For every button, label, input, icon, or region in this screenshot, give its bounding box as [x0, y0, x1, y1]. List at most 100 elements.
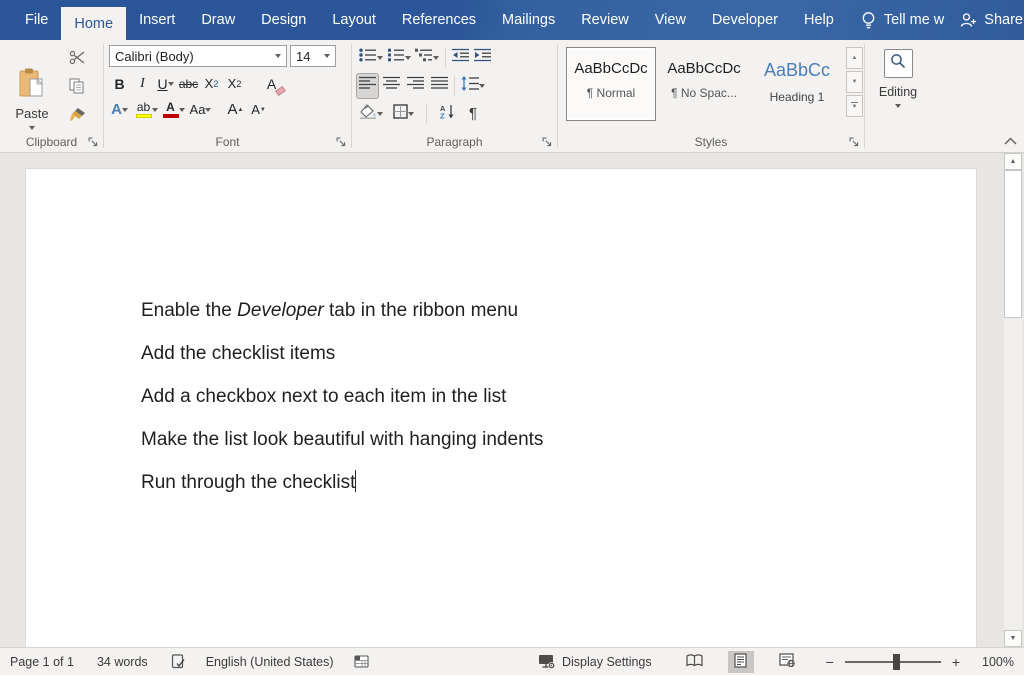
- zoom-slider-thumb[interactable]: [893, 654, 900, 670]
- editing-button[interactable]: [884, 49, 913, 78]
- borders-button[interactable]: [391, 102, 416, 126]
- paragraph-dialog-launcher[interactable]: [541, 136, 553, 148]
- italic-button[interactable]: I: [131, 72, 154, 96]
- read-mode-button[interactable]: [682, 651, 708, 673]
- style-no-spacing[interactable]: AaBbCcDc ¶ No Spac...: [659, 47, 749, 121]
- cut-button[interactable]: [64, 47, 90, 72]
- change-case-button[interactable]: Aa: [189, 98, 212, 122]
- tab-help[interactable]: Help: [791, 0, 847, 40]
- show-formatting-marks-button[interactable]: ¶: [467, 102, 479, 126]
- macro-recording-icon[interactable]: [354, 655, 369, 668]
- borders-icon: [393, 104, 408, 124]
- superscript-button[interactable]: X2: [223, 72, 246, 96]
- tab-developer[interactable]: Developer: [699, 0, 791, 40]
- page-indicator[interactable]: Page 1 of 1: [10, 655, 74, 669]
- align-right-button[interactable]: [405, 74, 426, 98]
- styles-scroll-up-button[interactable]: ▲: [846, 47, 863, 69]
- numbering-button[interactable]: [385, 46, 413, 70]
- tab-file[interactable]: File: [12, 0, 61, 40]
- clipboard-dialog-launcher[interactable]: [87, 136, 99, 148]
- justify-button[interactable]: [429, 74, 450, 98]
- align-center-button[interactable]: [381, 74, 402, 98]
- collapse-ribbon-button[interactable]: [1002, 135, 1018, 147]
- line-spacing-button[interactable]: [459, 74, 487, 98]
- web-layout-button[interactable]: [774, 651, 800, 673]
- multilevel-list-button[interactable]: [413, 46, 441, 70]
- shading-button[interactable]: [357, 102, 385, 126]
- scroll-down-button[interactable]: ▼: [1004, 630, 1022, 647]
- shrink-font-button[interactable]: A▼: [247, 98, 270, 122]
- font-color-button[interactable]: A: [162, 98, 185, 122]
- text-effects-button[interactable]: A: [108, 98, 131, 122]
- numbered-list-icon: [387, 48, 405, 67]
- text-cursor: [355, 470, 356, 492]
- word-count[interactable]: 34 words: [97, 655, 148, 669]
- subscript-button[interactable]: X2: [200, 72, 223, 96]
- style-heading-1[interactable]: AaBbCc Heading 1: [752, 47, 842, 121]
- grow-font-arrow-icon: ▲: [238, 107, 244, 113]
- bullets-button[interactable]: [357, 46, 385, 70]
- clipboard-group: Paste: [0, 40, 103, 152]
- tab-view[interactable]: View: [642, 0, 699, 40]
- share-person-icon: [960, 12, 977, 29]
- font-name-value: Calibri (Body): [115, 49, 194, 64]
- tab-design[interactable]: Design: [248, 0, 319, 40]
- clipboard-paste-icon: [17, 67, 47, 103]
- zoom-slider[interactable]: [845, 661, 941, 663]
- align-left-button[interactable]: [357, 74, 378, 98]
- style-heading1-name: Heading 1: [770, 90, 825, 104]
- font-group-label: Font: [104, 135, 351, 149]
- clear-formatting-glyph: A: [267, 76, 276, 92]
- zoom-in-button[interactable]: +: [950, 654, 962, 670]
- scrollbar-thumb[interactable]: [1004, 170, 1022, 318]
- zoom-out-button[interactable]: −: [824, 654, 836, 670]
- underline-glyph: U: [157, 76, 167, 92]
- bold-button[interactable]: B: [108, 72, 131, 96]
- share-button[interactable]: Share: [960, 12, 1023, 29]
- font-name-combobox[interactable]: Calibri (Body): [109, 45, 287, 67]
- tab-references[interactable]: References: [389, 0, 489, 40]
- font-size-combobox[interactable]: 14: [290, 45, 336, 67]
- grow-font-button[interactable]: A▲: [224, 98, 247, 122]
- clear-formatting-button[interactable]: A: [260, 72, 283, 96]
- tell-me-box[interactable]: Tell me w: [861, 11, 944, 30]
- proofing-status-icon[interactable]: [171, 654, 186, 669]
- eraser-icon: [275, 85, 286, 95]
- sort-button[interactable]: AZ: [437, 102, 457, 126]
- format-painter-button[interactable]: [64, 105, 90, 130]
- pilcrow-icon: ¶: [469, 105, 477, 122]
- search-icon: [890, 53, 906, 74]
- decrease-indent-button[interactable]: [450, 46, 472, 70]
- font-size-value: 14: [296, 49, 310, 64]
- style-normal[interactable]: AaBbCcDc ¶ Normal: [566, 47, 656, 121]
- tab-layout[interactable]: Layout: [319, 0, 389, 40]
- styles-dialog-launcher[interactable]: [848, 136, 860, 148]
- shrink-font-glyph: A: [251, 102, 260, 117]
- tell-me-label: Tell me w: [884, 12, 944, 28]
- text-highlight-button[interactable]: ab: [135, 98, 158, 122]
- display-settings-button[interactable]: Display Settings: [562, 655, 652, 669]
- strikethrough-button[interactable]: abc: [177, 72, 200, 96]
- editing-label: Editing: [879, 85, 917, 99]
- subscript-number: 2: [213, 79, 218, 89]
- web-layout-icon: [779, 653, 795, 670]
- vertical-scrollbar[interactable]: ▲ ▼: [1004, 153, 1022, 647]
- increase-indent-button[interactable]: [472, 46, 494, 70]
- display-settings-icon: [538, 654, 557, 670]
- tab-insert[interactable]: Insert: [126, 0, 188, 40]
- italic-word: Developer: [237, 300, 324, 321]
- tab-home[interactable]: Home: [61, 7, 126, 40]
- font-dialog-launcher[interactable]: [335, 136, 347, 148]
- copy-button[interactable]: [64, 76, 90, 101]
- tab-draw[interactable]: Draw: [188, 0, 248, 40]
- more-styles-button[interactable]: ▼: [846, 95, 863, 117]
- tab-mailings[interactable]: Mailings: [489, 0, 568, 40]
- underline-button[interactable]: U: [154, 72, 177, 96]
- document-page[interactable]: Enable the Developer tab in the ribbon m…: [25, 168, 977, 675]
- zoom-level[interactable]: 100%: [974, 655, 1014, 669]
- print-layout-button[interactable]: [728, 651, 754, 673]
- styles-scroll-down-button[interactable]: ▼: [846, 71, 863, 93]
- tab-review[interactable]: Review: [568, 0, 642, 40]
- language-indicator[interactable]: English (United States): [206, 655, 334, 669]
- scroll-up-button[interactable]: ▲: [1004, 153, 1022, 170]
